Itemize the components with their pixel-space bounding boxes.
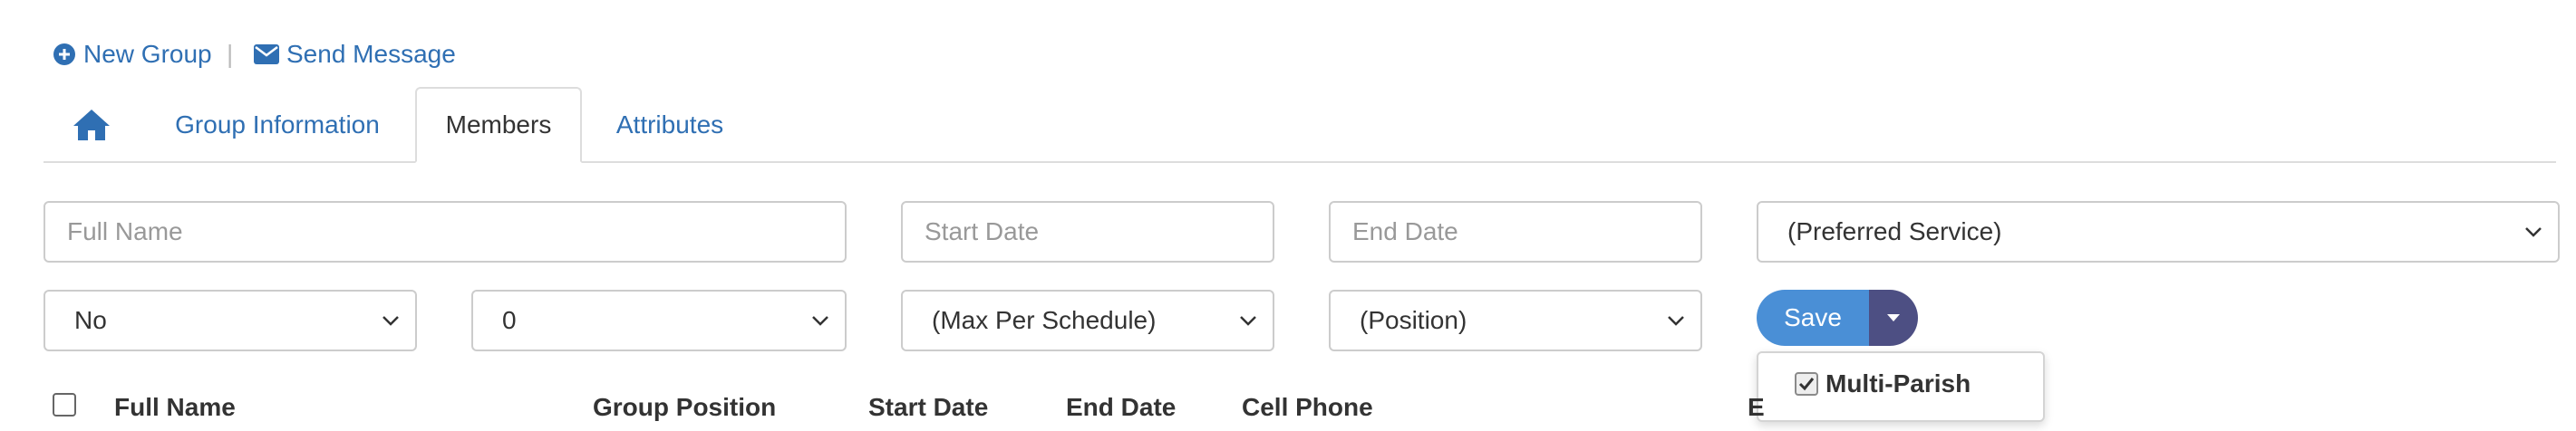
plus-circle-icon: [53, 43, 75, 65]
send-message-label: Send Message: [286, 40, 456, 68]
position-select[interactable]: (Position): [1329, 290, 1702, 351]
max-per-schedule-value: (Max Per Schedule): [932, 306, 1157, 334]
chevron-down-icon: [1668, 316, 1684, 326]
new-group-link[interactable]: New Group: [53, 36, 212, 72]
column-header-cell-phone[interactable]: Cell Phone: [1242, 393, 1373, 422]
new-group-label: New Group: [83, 40, 212, 68]
save-options-toggle[interactable]: [1869, 290, 1918, 346]
column-header-email[interactable]: E: [1748, 393, 1765, 422]
home-icon: [73, 110, 110, 140]
envelope-icon: [254, 44, 279, 64]
yes-no-select[interactable]: No: [44, 290, 417, 351]
preferred-service-select[interactable]: (Preferred Service): [1757, 201, 2560, 263]
save-button[interactable]: Save: [1757, 290, 1869, 346]
send-message-link[interactable]: Send Message: [254, 36, 456, 72]
count-select[interactable]: 0: [471, 290, 847, 351]
column-header-full-name[interactable]: Full Name: [114, 393, 236, 422]
yes-no-value: No: [74, 306, 107, 334]
multi-parish-label: Multi-Parish: [1825, 369, 1971, 397]
full-name-input[interactable]: [44, 201, 847, 263]
tab-group-information[interactable]: Group Information: [156, 87, 399, 163]
max-per-schedule-select[interactable]: (Max Per Schedule): [901, 290, 1274, 351]
tab-home[interactable]: [44, 87, 140, 163]
tab-label: Members: [445, 110, 552, 139]
tab-label: Attributes: [615, 110, 724, 139]
save-options-menu: Multi-Parish: [1757, 351, 2045, 422]
column-header-end-date[interactable]: End Date: [1066, 393, 1176, 422]
save-label: Save: [1784, 303, 1842, 331]
end-date-input[interactable]: [1329, 201, 1702, 263]
tab-members[interactable]: Members: [415, 87, 582, 163]
chevron-down-icon: [2525, 227, 2542, 237]
chevron-down-icon: [383, 316, 399, 326]
count-value: 0: [502, 306, 517, 334]
tab-label: Group Information: [175, 110, 380, 139]
start-date-input[interactable]: [901, 201, 1274, 263]
preferred-service-value: (Preferred Service): [1787, 217, 2002, 245]
tab-attributes[interactable]: Attributes: [598, 87, 741, 163]
checkbox-checked-icon[interactable]: [1795, 372, 1818, 396]
action-separator: |: [227, 40, 234, 68]
chevron-down-icon: [1240, 316, 1256, 326]
multi-parish-option[interactable]: Multi-Parish: [1795, 369, 1971, 398]
caret-down-icon: [1887, 314, 1900, 321]
position-value: (Position): [1360, 306, 1467, 334]
select-all-checkbox[interactable]: [53, 393, 76, 417]
chevron-down-icon: [812, 316, 828, 326]
column-header-group-position[interactable]: Group Position: [593, 393, 776, 422]
column-header-start-date[interactable]: Start Date: [868, 393, 988, 422]
